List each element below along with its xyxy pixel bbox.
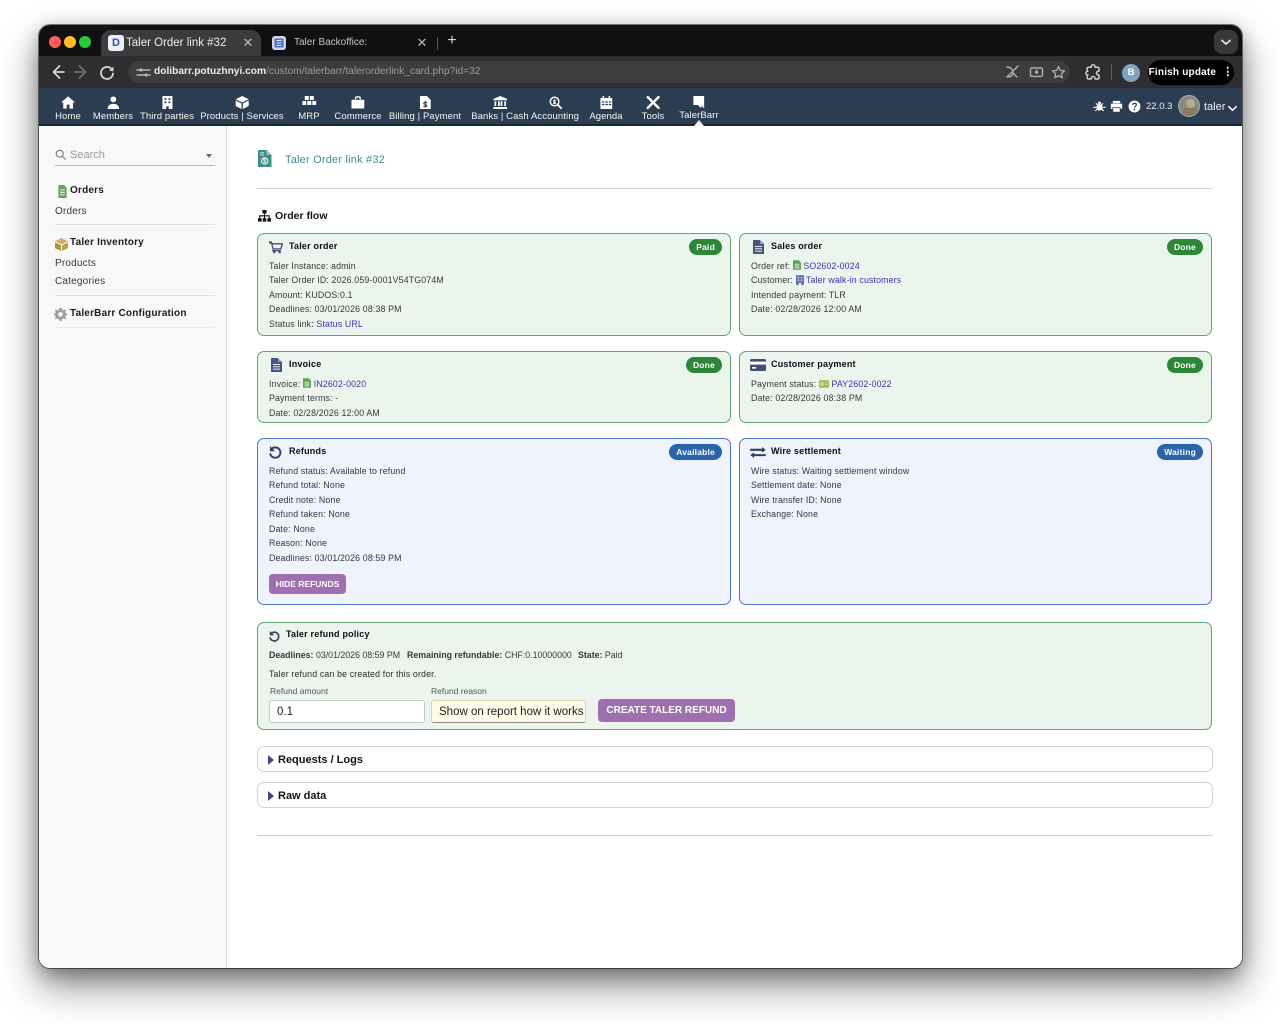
svg-text:$: $	[263, 158, 267, 165]
